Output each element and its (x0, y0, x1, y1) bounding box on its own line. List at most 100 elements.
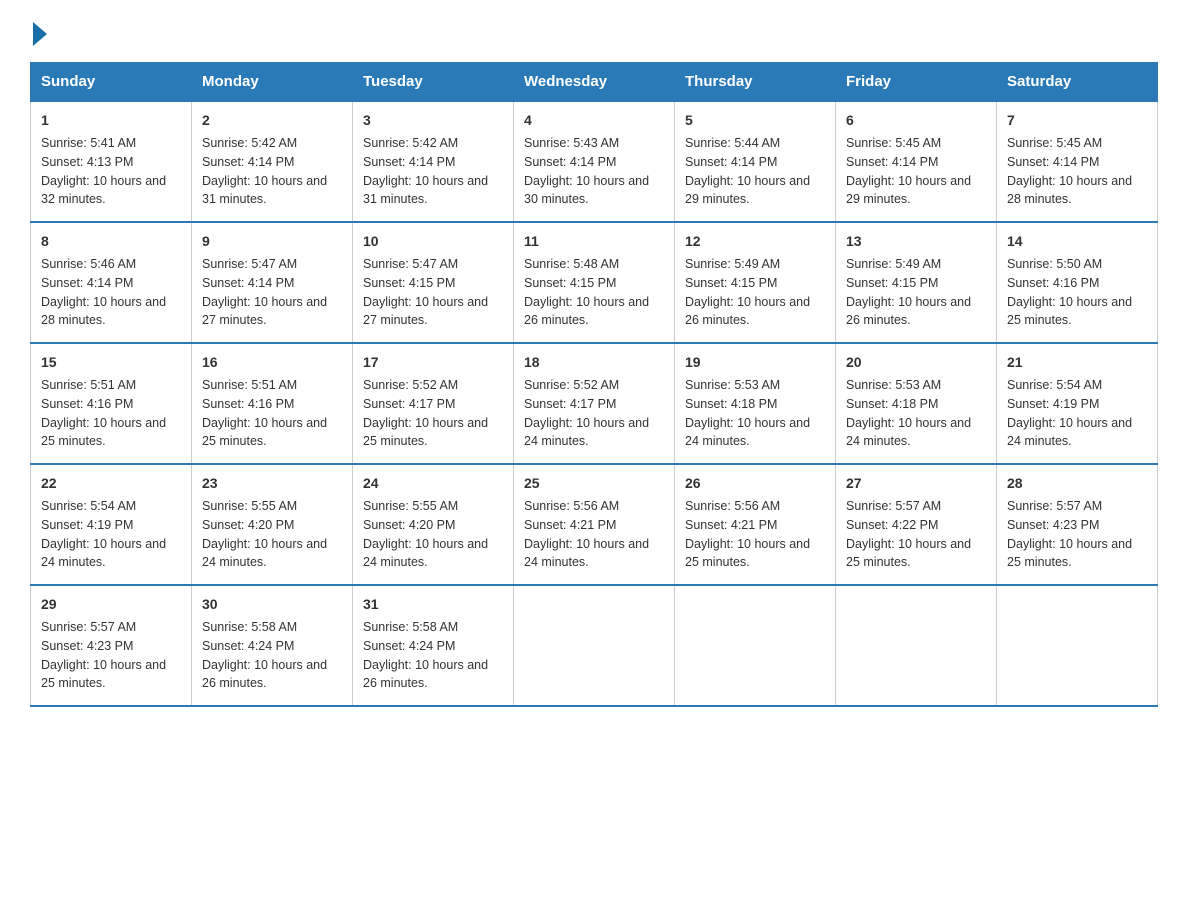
calendar-week-row: 15Sunrise: 5:51 AMSunset: 4:16 PMDayligh… (31, 343, 1158, 464)
day-number: 8 (41, 231, 181, 252)
sunset-text: Sunset: 4:14 PM (524, 155, 616, 169)
daylight-text: Daylight: 10 hours and 24 minutes. (202, 537, 327, 570)
sunset-text: Sunset: 4:14 PM (846, 155, 938, 169)
calendar-cell: 27Sunrise: 5:57 AMSunset: 4:22 PMDayligh… (836, 464, 997, 585)
calendar-cell: 29Sunrise: 5:57 AMSunset: 4:23 PMDayligh… (31, 585, 192, 706)
sunrise-text: Sunrise: 5:47 AM (202, 257, 297, 271)
day-number: 2 (202, 110, 342, 131)
weekday-header-thursday: Thursday (675, 63, 836, 102)
calendar-cell: 4Sunrise: 5:43 AMSunset: 4:14 PMDaylight… (514, 101, 675, 222)
sunset-text: Sunset: 4:14 PM (363, 155, 455, 169)
calendar-cell: 15Sunrise: 5:51 AMSunset: 4:16 PMDayligh… (31, 343, 192, 464)
sunrise-text: Sunrise: 5:53 AM (846, 378, 941, 392)
sunrise-text: Sunrise: 5:46 AM (41, 257, 136, 271)
daylight-text: Daylight: 10 hours and 25 minutes. (41, 658, 166, 691)
daylight-text: Daylight: 10 hours and 27 minutes. (202, 295, 327, 328)
calendar-week-row: 22Sunrise: 5:54 AMSunset: 4:19 PMDayligh… (31, 464, 1158, 585)
daylight-text: Daylight: 10 hours and 30 minutes. (524, 174, 649, 207)
daylight-text: Daylight: 10 hours and 32 minutes. (41, 174, 166, 207)
calendar-cell: 11Sunrise: 5:48 AMSunset: 4:15 PMDayligh… (514, 222, 675, 343)
sunset-text: Sunset: 4:24 PM (202, 639, 294, 653)
sunset-text: Sunset: 4:21 PM (685, 518, 777, 532)
calendar-cell (675, 585, 836, 706)
sunset-text: Sunset: 4:13 PM (41, 155, 133, 169)
day-number: 11 (524, 231, 664, 252)
weekday-header-wednesday: Wednesday (514, 63, 675, 102)
calendar-cell: 18Sunrise: 5:52 AMSunset: 4:17 PMDayligh… (514, 343, 675, 464)
daylight-text: Daylight: 10 hours and 31 minutes. (202, 174, 327, 207)
sunrise-text: Sunrise: 5:56 AM (524, 499, 619, 513)
day-number: 16 (202, 352, 342, 373)
daylight-text: Daylight: 10 hours and 29 minutes. (685, 174, 810, 207)
day-number: 31 (363, 594, 503, 615)
sunrise-text: Sunrise: 5:45 AM (846, 136, 941, 150)
day-number: 24 (363, 473, 503, 494)
day-number: 26 (685, 473, 825, 494)
calendar-cell: 6Sunrise: 5:45 AMSunset: 4:14 PMDaylight… (836, 101, 997, 222)
sunrise-text: Sunrise: 5:52 AM (363, 378, 458, 392)
daylight-text: Daylight: 10 hours and 31 minutes. (363, 174, 488, 207)
calendar-cell: 7Sunrise: 5:45 AMSunset: 4:14 PMDaylight… (997, 101, 1158, 222)
sunset-text: Sunset: 4:15 PM (846, 276, 938, 290)
sunrise-text: Sunrise: 5:49 AM (685, 257, 780, 271)
page-header (30, 20, 1158, 42)
day-number: 27 (846, 473, 986, 494)
sunset-text: Sunset: 4:18 PM (846, 397, 938, 411)
sunset-text: Sunset: 4:21 PM (524, 518, 616, 532)
calendar-cell: 13Sunrise: 5:49 AMSunset: 4:15 PMDayligh… (836, 222, 997, 343)
calendar-table: SundayMondayTuesdayWednesdayThursdayFrid… (30, 62, 1158, 707)
daylight-text: Daylight: 10 hours and 24 minutes. (524, 537, 649, 570)
sunset-text: Sunset: 4:14 PM (202, 276, 294, 290)
sunrise-text: Sunrise: 5:57 AM (846, 499, 941, 513)
daylight-text: Daylight: 10 hours and 24 minutes. (846, 416, 971, 449)
daylight-text: Daylight: 10 hours and 26 minutes. (363, 658, 488, 691)
weekday-header-monday: Monday (192, 63, 353, 102)
sunrise-text: Sunrise: 5:43 AM (524, 136, 619, 150)
sunrise-text: Sunrise: 5:54 AM (1007, 378, 1102, 392)
sunrise-text: Sunrise: 5:58 AM (202, 620, 297, 634)
sunset-text: Sunset: 4:15 PM (524, 276, 616, 290)
calendar-cell: 22Sunrise: 5:54 AMSunset: 4:19 PMDayligh… (31, 464, 192, 585)
sunset-text: Sunset: 4:23 PM (41, 639, 133, 653)
day-number: 19 (685, 352, 825, 373)
calendar-cell: 16Sunrise: 5:51 AMSunset: 4:16 PMDayligh… (192, 343, 353, 464)
calendar-cell: 5Sunrise: 5:44 AMSunset: 4:14 PMDaylight… (675, 101, 836, 222)
daylight-text: Daylight: 10 hours and 24 minutes. (363, 537, 488, 570)
sunset-text: Sunset: 4:20 PM (202, 518, 294, 532)
day-number: 29 (41, 594, 181, 615)
sunrise-text: Sunrise: 5:41 AM (41, 136, 136, 150)
calendar-cell: 30Sunrise: 5:58 AMSunset: 4:24 PMDayligh… (192, 585, 353, 706)
calendar-cell: 12Sunrise: 5:49 AMSunset: 4:15 PMDayligh… (675, 222, 836, 343)
calendar-cell: 31Sunrise: 5:58 AMSunset: 4:24 PMDayligh… (353, 585, 514, 706)
calendar-cell: 26Sunrise: 5:56 AMSunset: 4:21 PMDayligh… (675, 464, 836, 585)
calendar-cell (514, 585, 675, 706)
weekday-header-friday: Friday (836, 63, 997, 102)
sunrise-text: Sunrise: 5:56 AM (685, 499, 780, 513)
day-number: 21 (1007, 352, 1147, 373)
calendar-cell (997, 585, 1158, 706)
day-number: 17 (363, 352, 503, 373)
daylight-text: Daylight: 10 hours and 25 minutes. (1007, 295, 1132, 328)
calendar-cell: 19Sunrise: 5:53 AMSunset: 4:18 PMDayligh… (675, 343, 836, 464)
daylight-text: Daylight: 10 hours and 24 minutes. (685, 416, 810, 449)
daylight-text: Daylight: 10 hours and 27 minutes. (363, 295, 488, 328)
day-number: 15 (41, 352, 181, 373)
calendar-cell: 9Sunrise: 5:47 AMSunset: 4:14 PMDaylight… (192, 222, 353, 343)
sunrise-text: Sunrise: 5:44 AM (685, 136, 780, 150)
sunrise-text: Sunrise: 5:54 AM (41, 499, 136, 513)
sunrise-text: Sunrise: 5:55 AM (363, 499, 458, 513)
daylight-text: Daylight: 10 hours and 29 minutes. (846, 174, 971, 207)
sunset-text: Sunset: 4:16 PM (202, 397, 294, 411)
calendar-cell (836, 585, 997, 706)
sunrise-text: Sunrise: 5:50 AM (1007, 257, 1102, 271)
calendar-cell: 17Sunrise: 5:52 AMSunset: 4:17 PMDayligh… (353, 343, 514, 464)
daylight-text: Daylight: 10 hours and 28 minutes. (41, 295, 166, 328)
calendar-cell: 24Sunrise: 5:55 AMSunset: 4:20 PMDayligh… (353, 464, 514, 585)
day-number: 13 (846, 231, 986, 252)
day-number: 22 (41, 473, 181, 494)
sunset-text: Sunset: 4:15 PM (685, 276, 777, 290)
daylight-text: Daylight: 10 hours and 26 minutes. (685, 295, 810, 328)
sunset-text: Sunset: 4:15 PM (363, 276, 455, 290)
sunset-text: Sunset: 4:24 PM (363, 639, 455, 653)
calendar-cell: 25Sunrise: 5:56 AMSunset: 4:21 PMDayligh… (514, 464, 675, 585)
